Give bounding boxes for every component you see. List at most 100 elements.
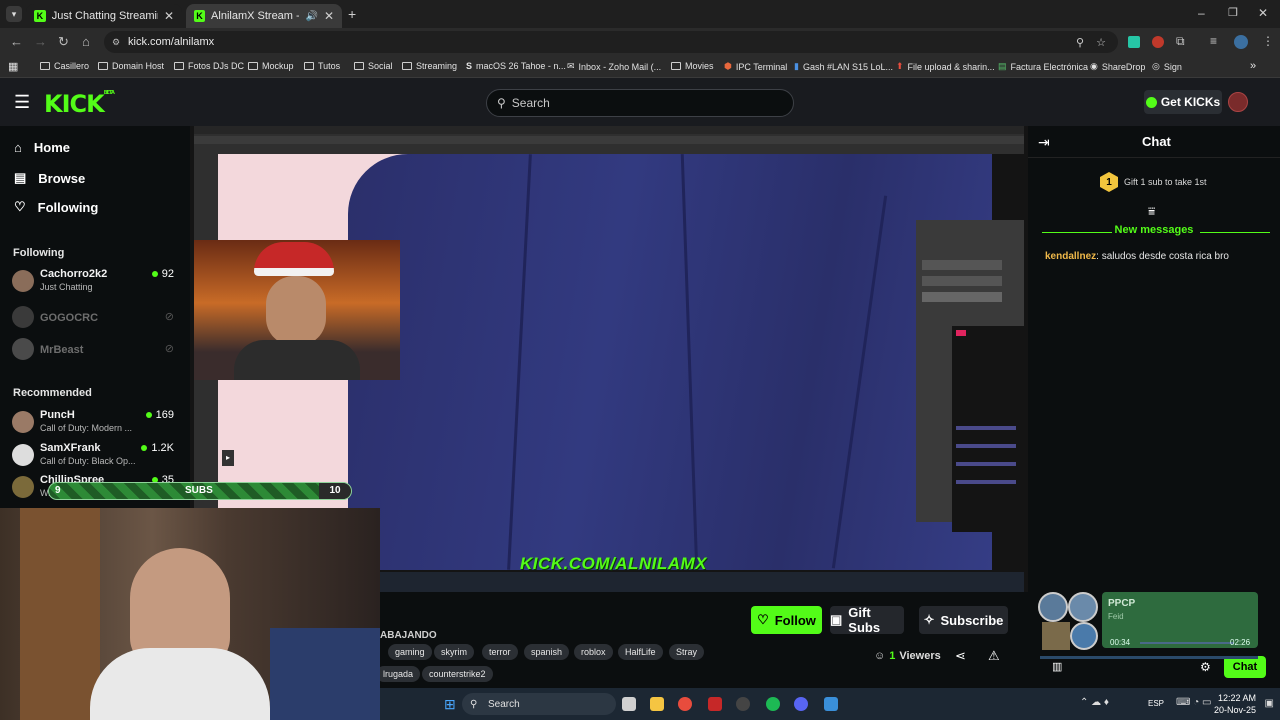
tab-just-chatting[interactable]: K Just Chatting Streaming - Live S ✕ — [26, 4, 182, 28]
gift-subs-button[interactable]: ▣ Gift Subs — [830, 605, 904, 635]
tag[interactable]: gaming — [388, 644, 432, 660]
tag[interactable]: HalfLife — [618, 644, 663, 660]
minimize-icon[interactable]: – — [1198, 6, 1205, 20]
tag[interactable]: Stray — [669, 644, 705, 660]
audio-icon[interactable]: 🔊 — [305, 11, 317, 22]
chrome-icon[interactable] — [678, 697, 692, 711]
bookmark-item[interactable]: ⬢ IPC Terminal — [724, 61, 787, 72]
folder-icon — [174, 62, 184, 70]
bookmark-item[interactable]: Streaming — [402, 61, 457, 71]
url-field[interactable]: ⚙ kick.com/alnilamx ⚲ ☆ — [104, 31, 1118, 53]
zoom-icon[interactable]: ⚲ — [1076, 36, 1084, 49]
sidebar-item-following[interactable]: ♡ Following — [14, 199, 98, 215]
follow-button[interactable]: ♡ Follow — [751, 606, 822, 634]
bookmark-item[interactable]: Mockup — [248, 61, 294, 71]
bookmark-item[interactable]: Domain Host — [98, 61, 164, 71]
sidebar-item-browse[interactable]: ▤ Browse — [14, 170, 85, 186]
close-icon[interactable]: ✕ — [164, 9, 174, 23]
bookmark-item[interactable]: ⬆ File upload & sharin... — [896, 61, 995, 72]
subscribe-button[interactable]: ✧ Subscribe — [919, 606, 1008, 634]
tag[interactable]: roblox — [574, 644, 613, 660]
tag[interactable]: spanish — [524, 644, 570, 660]
bookmark-item[interactable]: Tutos — [304, 61, 340, 71]
media-control-icon[interactable]: ≡ — [1210, 34, 1217, 48]
viewer-count: ☺ 1 Viewers — [874, 650, 941, 662]
extensions-puzzle-icon[interactable]: ⧉ — [1176, 34, 1185, 49]
browser-tab-bar: ▾ K Just Chatting Streaming - Live S ✕ K… — [0, 0, 1280, 28]
menu-icon[interactable]: ☰ — [14, 92, 30, 113]
task-view-icon[interactable] — [622, 697, 636, 711]
store-icon[interactable]: ▥ — [1052, 660, 1062, 673]
tag[interactable]: lrugada — [376, 666, 421, 682]
more-bookmarks-icon[interactable]: » — [1250, 60, 1256, 72]
album-art — [1038, 592, 1068, 622]
streamer-face — [266, 276, 326, 346]
avatar[interactable] — [1228, 92, 1248, 112]
new-messages-divider[interactable]: New messages — [1028, 224, 1280, 242]
tag[interactable]: skyrim — [434, 644, 474, 660]
notepad-icon[interactable] — [824, 697, 838, 711]
taskbar-search[interactable]: ⚲ Search — [462, 693, 616, 715]
channel-item[interactable]: GOGOCRC ⊘ — [12, 304, 178, 334]
sidebar-item-home[interactable]: ⌂ Home — [14, 140, 70, 155]
obs-icon[interactable] — [736, 697, 750, 711]
spotify-icon[interactable] — [766, 697, 780, 711]
channel-item[interactable]: Cachorro2k2 Just Chatting 92 — [12, 268, 178, 298]
channel-item[interactable]: MrBeast ⊘ — [12, 336, 178, 366]
kick-logo[interactable]: KICKBETA — [44, 90, 115, 118]
system-clock[interactable]: 12:22 AM 20-Nov-25 — [1214, 692, 1256, 716]
new-tab-icon[interactable]: + — [348, 6, 356, 22]
collapse-chat-icon[interactable]: ⇥ — [1038, 134, 1050, 151]
language-indicator[interactable]: ESP — [1148, 699, 1164, 708]
channel-item[interactable]: SamXFrank Call of Duty: Black Op... 1.2K — [12, 442, 178, 472]
bookmark-item[interactable]: ◎ Sign — [1152, 61, 1182, 72]
site-info-icon[interactable]: ⚙ — [112, 37, 120, 48]
bookmark-item[interactable]: Movies — [671, 61, 714, 71]
tab-alnilamx[interactable]: K AlnilamX Stream - Watch Li 🔊 ✕ — [186, 4, 342, 28]
file-explorer-icon[interactable] — [650, 697, 664, 711]
tag[interactable]: counterstrike2 — [422, 666, 493, 682]
start-icon[interactable]: ⊞ — [444, 696, 456, 713]
chat-button[interactable]: Chat — [1224, 656, 1266, 678]
chat-settings-icon[interactable]: ⚙ — [1200, 660, 1211, 674]
bookmark-item[interactable]: ◉ ShareDrop — [1090, 61, 1145, 72]
bookmark-item[interactable]: Casillero — [40, 61, 89, 71]
bookmark-item[interactable]: ▤ Factura Electrónica — [998, 61, 1088, 72]
url-text: kick.com/alnilamx — [128, 36, 215, 48]
search-input[interactable]: ⚲ Search — [486, 89, 794, 117]
apps-grid-icon[interactable]: ▦ — [8, 60, 18, 73]
bookmark-item[interactable]: ▮ Gash #LAN S15 LoL... — [794, 61, 893, 72]
bookmark-item[interactable]: Social — [354, 61, 393, 71]
tab-search-icon[interactable]: ▾ — [6, 6, 22, 22]
back-icon[interactable]: ← — [10, 34, 23, 49]
extension-icon[interactable] — [1128, 36, 1140, 48]
bookmark-item[interactable]: SmacOS 26 Tahoe - n... — [466, 61, 566, 71]
forward-icon[interactable]: → — [34, 34, 47, 49]
browser-menu-icon[interactable]: ⋮ — [1262, 34, 1274, 48]
get-kicks-button[interactable]: Get KICKs — [1144, 90, 1222, 114]
report-icon[interactable]: ⚠ — [988, 648, 1000, 664]
channel-item[interactable]: PuncH Call of Duty: Modern ... 169 — [12, 409, 178, 439]
reload-icon[interactable]: ↻ — [58, 34, 69, 50]
gift-leaderboard[interactable]: 1 Gift 1 sub to take 1st — [1100, 172, 1207, 192]
share-icon[interactable]: ⋖ — [955, 648, 966, 664]
close-window-icon[interactable]: ✕ — [1258, 6, 1268, 20]
app-icon[interactable] — [708, 697, 722, 711]
expand-icon[interactable]: ⩸ — [1148, 204, 1155, 219]
notification-icon[interactable]: ▣ — [1265, 698, 1274, 709]
folder-icon — [671, 62, 681, 70]
heart-icon: ♡ — [14, 199, 26, 214]
bookmark-item[interactable]: ✉ Inbox - Zoho Mail (... — [567, 61, 661, 72]
extension-icon[interactable] — [1152, 36, 1164, 48]
discord-icon[interactable] — [794, 697, 808, 711]
chat-username[interactable]: kendallnez — [1045, 251, 1096, 262]
profile-avatar[interactable] — [1234, 35, 1248, 49]
tag[interactable]: terror — [482, 644, 518, 660]
bookmark-star-icon[interactable]: ☆ — [1096, 36, 1106, 49]
home-icon[interactable]: ⌂ — [82, 34, 90, 49]
bookmark-item[interactable]: Fotos DJs DC — [174, 61, 244, 71]
close-icon[interactable]: ✕ — [324, 9, 334, 23]
system-tray-icons[interactable]: ⌨ ◔ ▭ — [1176, 697, 1211, 708]
maximize-icon[interactable]: ❐ — [1228, 6, 1238, 19]
tray-icons[interactable]: ⌃ ☁ ♦ — [1080, 697, 1109, 708]
